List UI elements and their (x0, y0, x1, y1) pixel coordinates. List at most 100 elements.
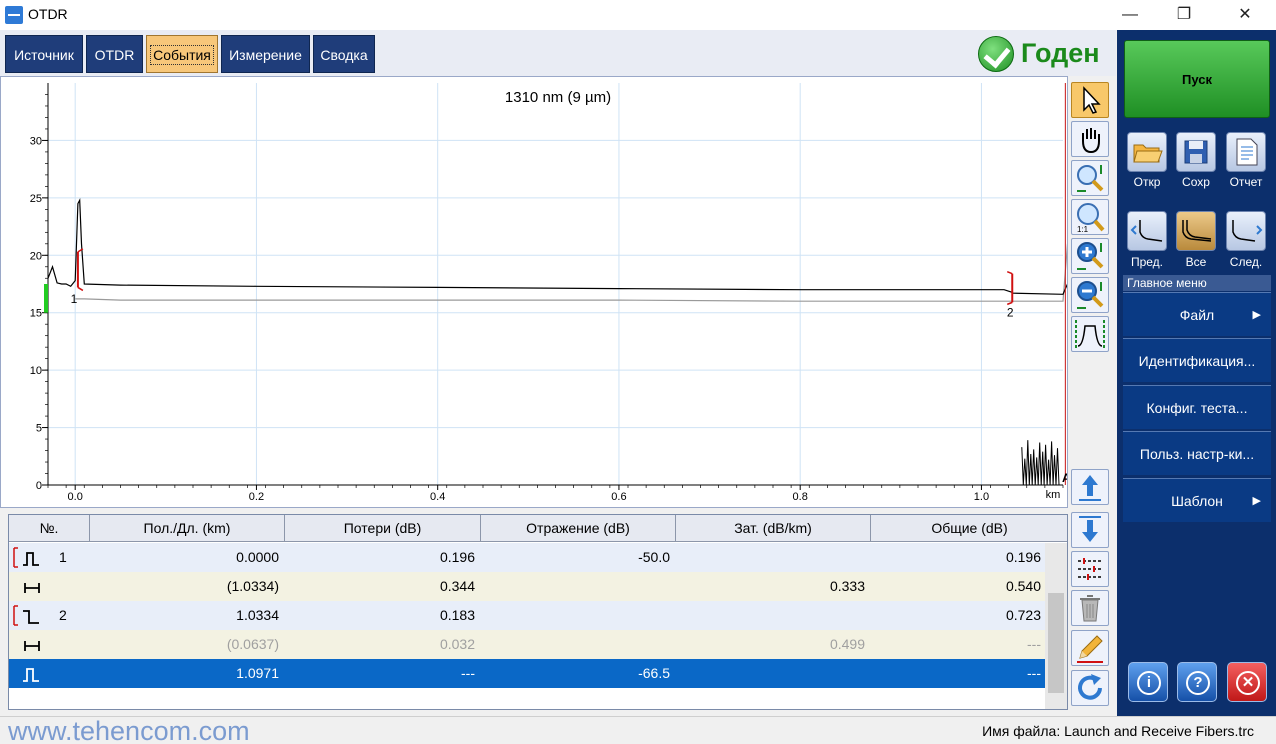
column-header-position[interactable]: Пол./Дл. (km) (90, 515, 285, 542)
close-app-icon: ✕ (1236, 671, 1260, 695)
menu-item-template[interactable]: Шаблон ▶ (1123, 478, 1271, 522)
table-row[interactable]: 2 1.0334 0.183 0.723 (9, 601, 1045, 630)
menu-item-identification[interactable]: Идентификация... (1123, 338, 1271, 382)
title-bar: OTDR — ❐ ✕ (0, 0, 1276, 30)
all-traces-button[interactable] (1176, 211, 1216, 251)
table-scrollbar-thumb[interactable] (1048, 593, 1064, 693)
column-header-loss[interactable]: Потери (dB) (285, 515, 481, 542)
prev-trace-button[interactable] (1127, 211, 1167, 251)
exit-button[interactable]: ✕ (1227, 662, 1267, 702)
y-tick-label: 5 (36, 423, 42, 435)
status-bar: www.tehencom.com Имя файла: Launch and R… (0, 716, 1276, 744)
tab-summary[interactable]: Сводка (313, 35, 375, 73)
table-settings-icon (1078, 558, 1102, 580)
table-cell-refl (481, 601, 670, 630)
arrow-down-icon (1079, 516, 1101, 542)
nonreflective-event-icon (11, 603, 41, 632)
x-tick-label: 1.0 (974, 491, 989, 503)
column-header-reflectance[interactable]: Отражение (dB) (481, 515, 676, 542)
table-cell-loss: 0.196 (439, 549, 475, 565)
y-tick-label: 25 (30, 193, 42, 205)
menu-item-test-config[interactable]: Конфиг. теста... (1123, 385, 1271, 429)
main-menu-title: Главное меню (1123, 275, 1271, 291)
event-marker-2-arrow (1006, 301, 1013, 306)
open-folder-icon (1133, 144, 1163, 163)
trace-graph[interactable]: 0.0 0.2 0.4 0.6 0.8 1.0 0 5 10 15 20 25 30 km 1310 nm … (0, 76, 1068, 508)
y-tick-label: 10 (30, 365, 42, 377)
zoom-area-button[interactable] (1071, 160, 1109, 196)
tab-bar: Источник OTDR События Измерение Сводка (0, 30, 1116, 76)
pass-check-icon (978, 36, 1014, 72)
open-file-button[interactable] (1127, 132, 1167, 172)
x-tick-label: 0.0 (68, 491, 83, 503)
table-cell-num (59, 659, 79, 688)
report-button[interactable] (1226, 132, 1266, 172)
next-trace-icon (1232, 220, 1263, 242)
table-cell-att (676, 659, 865, 688)
prev-trace-icon (1130, 220, 1163, 242)
delete-event-button[interactable] (1071, 590, 1109, 626)
y-tick-label: 0 (36, 480, 42, 492)
info-button[interactable]: i (1128, 662, 1168, 702)
table-cell-num (59, 572, 79, 601)
menu-item-user-settings[interactable]: Польз. настр-ки... (1123, 431, 1271, 475)
table-row[interactable]: (1.0334) 0.344 0.333 0.540 (9, 572, 1045, 601)
minimize-button[interactable]: — (1107, 0, 1153, 30)
scroll-down-button[interactable] (1071, 512, 1109, 548)
maximize-button[interactable]: ❐ (1161, 0, 1207, 30)
zoom-in-icon (1077, 242, 1104, 270)
scroll-up-button[interactable] (1071, 469, 1109, 505)
zoom-1to1-button[interactable]: 1:1 (1071, 199, 1109, 235)
tab-events[interactable]: События (146, 35, 218, 73)
app-logo-icon (5, 6, 23, 24)
info-icon: i (1137, 671, 1161, 695)
hand-icon (1082, 128, 1100, 154)
y-tick-label: 15 (30, 308, 42, 320)
start-button[interactable]: Пуск (1124, 40, 1270, 118)
launch-level-indicator (44, 284, 48, 313)
table-row[interactable]: 1.0971 --- -66.5 --- (9, 659, 1045, 688)
zoom-out-button[interactable] (1071, 277, 1109, 313)
event-marker-2-arrow (1006, 270, 1013, 275)
close-window-button[interactable]: ✕ (1222, 0, 1268, 30)
otdr-trace-chart[interactable]: 0.0 0.2 0.4 0.6 0.8 1.0 0 5 10 15 20 25 30 km 1310 nm … (1, 77, 1067, 507)
column-header-cumulative[interactable]: Общие (dB) (871, 515, 1067, 542)
table-row[interactable]: 1 0.0000 0.196 -50.0 0.196 (9, 543, 1045, 572)
zoom-fit-button[interactable] (1071, 316, 1109, 352)
table-cell-pos: 1.0334 (236, 607, 279, 623)
tab-otdr[interactable]: OTDR (86, 35, 143, 73)
column-header-number[interactable]: №. (9, 515, 90, 542)
watermark-text: www.tehencom.com (8, 716, 250, 744)
otdr-app: OTDR — ❐ ✕ Источник OTDR События Измерен… (0, 0, 1276, 744)
refresh-button[interactable] (1071, 670, 1109, 706)
x-tick-label: 0.4 (430, 491, 445, 503)
save-file-button[interactable] (1176, 132, 1216, 172)
menu-item-file[interactable]: Файл ▶ (1123, 292, 1271, 336)
pointer-tool-button[interactable] (1071, 82, 1109, 118)
refresh-icon (1078, 674, 1102, 700)
column-header-attenuation[interactable]: Зат. (dB/km) (676, 515, 871, 542)
help-button[interactable]: ? (1177, 662, 1217, 702)
pan-tool-button[interactable] (1071, 121, 1109, 157)
table-cell-total: 0.540 (1005, 578, 1041, 594)
table-row[interactable]: (0.0637) 0.032 0.499 --- (9, 630, 1045, 659)
y-tick-label: 20 (30, 250, 42, 262)
events-table: №. Пол./Дл. (km) Потери (dB) Отражение (… (8, 514, 1068, 710)
table-scrollbar[interactable] (1045, 543, 1067, 709)
arrow-up-icon (1079, 475, 1101, 501)
tab-measurement[interactable]: Измерение (221, 35, 310, 73)
zoom-in-button[interactable] (1071, 238, 1109, 274)
table-cell-pos: 0.0000 (236, 549, 279, 565)
chevron-right-icon: ▶ (1252, 309, 1261, 321)
window-title: OTDR (28, 6, 68, 22)
end-event-icon (11, 661, 41, 690)
trace-line (75, 243, 1067, 302)
event-table-settings-button[interactable] (1071, 551, 1109, 587)
table-cell-refl: -50.0 (638, 549, 670, 565)
edit-event-button[interactable] (1071, 630, 1109, 666)
table-cell-att (676, 601, 865, 630)
tab-source[interactable]: Источник (5, 35, 83, 73)
chevron-right-icon: ▶ (1252, 495, 1261, 507)
marker-a-label: A (1062, 471, 1067, 485)
next-trace-button[interactable] (1226, 211, 1266, 251)
